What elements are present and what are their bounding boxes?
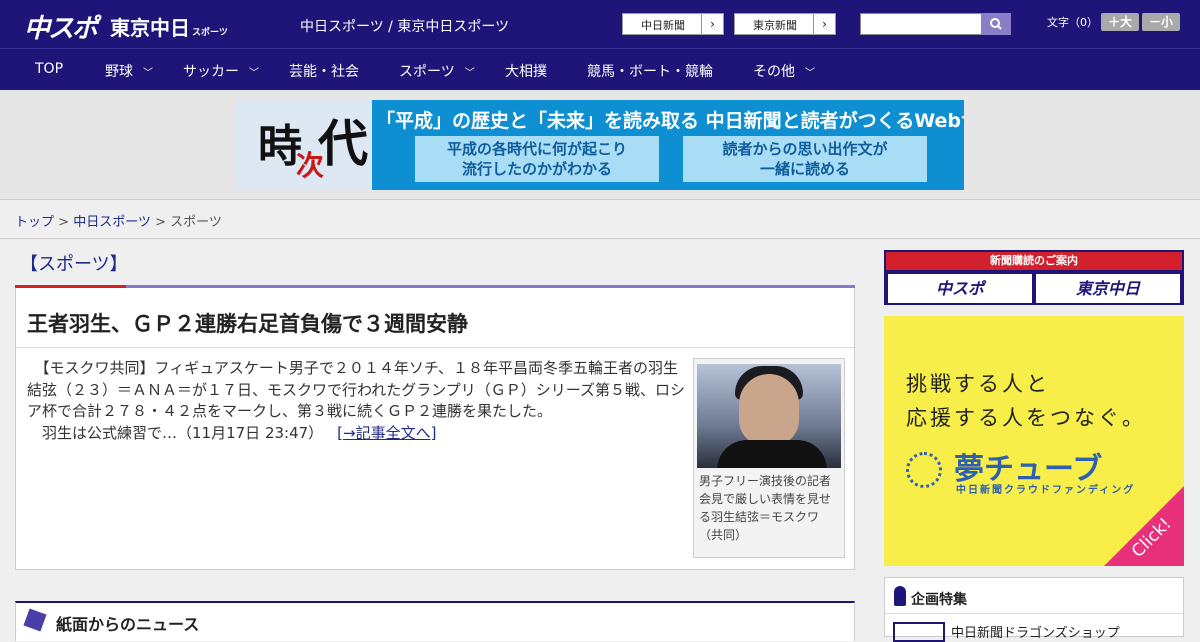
main-nav: TOP 野球 ﹀ サッカー ﹀ 芸能・社会 スポーツ ﹀ 大相撲 競馬・ボート・競輪 … [0, 48, 1200, 90]
read-more-link[interactable]: [→記事全文へ] [337, 424, 436, 442]
chevron-down-icon: ﹀ [805, 68, 815, 79]
chuspo-logo[interactable]: 中スポ [24, 8, 98, 45]
font-increase-button[interactable]: ＋大 [1101, 13, 1139, 31]
chevron-right-icon: › [701, 14, 723, 34]
nav-label: 野球 [105, 64, 133, 80]
tokyo-shimbun-link[interactable]: 東京新聞 › [734, 13, 836, 35]
nav-item-sumo[interactable]: 大相撲 [505, 61, 547, 81]
nav-item-sports[interactable]: スポーツ ﹀ [399, 61, 475, 81]
subscription-title: 新聞購読のご案内 [886, 252, 1182, 270]
subscription-banner[interactable]: 新聞購読のご案内 中スポ 東京中日 [884, 250, 1184, 305]
photo-jacket [717, 440, 827, 468]
special-features-box: 企画特集 中日新聞ドラゴンズショップ [884, 577, 1184, 642]
nav-label: 芸能・社会 [289, 64, 359, 80]
heisei-jidai-banner[interactable]: 時 次 代 「平成」の歴史と「未来」を読み取る 中日新聞と読者がつくるWebサイ… [236, 100, 964, 190]
nav-item-top[interactable]: TOP [35, 61, 63, 77]
banner-sub-1-line-2: 流行したのかがわかる [461, 160, 612, 178]
banner-sub-2-line-2: 一緒に読める [759, 160, 850, 178]
nav-label: スポーツ [399, 64, 455, 80]
banner-sub-1-line-1: 平成の各時代に何が起こり [446, 140, 627, 158]
ad-line-1: 挑戦する人と [906, 372, 1050, 396]
nav-label: その他 [753, 64, 795, 80]
search-icon [990, 18, 1002, 30]
nav-label: 競馬・ボート・競輪 [587, 64, 713, 80]
chuspo-subscribe-button[interactable]: 中スポ [888, 274, 1032, 303]
dots-circle-icon [906, 452, 942, 488]
breadcrumb-home-link[interactable]: トップ [15, 215, 54, 230]
article-body-lead: 【モスクワ共同】フィギュアスケート男子で２０１４年ソチ、１８年平昌両冬季五輪王者… [27, 359, 686, 420]
banner-headline: 「平成」の歴史と「未来」を読み取る 中日新聞と読者がつくるWebサイト [376, 110, 964, 132]
breadcrumb-divider [0, 238, 1200, 239]
link-label: 東京新聞 [753, 19, 797, 32]
special-features-divider [885, 613, 1183, 614]
chevron-down-icon: ﹀ [143, 68, 153, 79]
tokyo-subscribe-button[interactable]: 東京中日 [1036, 274, 1180, 303]
news-section-header: 紙面からのニュース [15, 601, 855, 641]
article-title[interactable]: 王者羽生、ＧＰ２連勝右足首負傷で３週間安静 [27, 308, 468, 338]
chevron-down-icon: ﹀ [464, 68, 475, 79]
tokyo-logo-small: スポーツ [192, 28, 228, 38]
special-features-title: 企画特集 [911, 592, 967, 608]
top-header: 中スポ 東京中日 スポーツ 中日スポーツ / 東京中日スポーツ 中日新聞 › 東京… [0, 0, 1200, 48]
photo-caption: 男子フリー演技後の記者会見で厳しい表情を見せる羽生結弦＝モスクワ（共同） [699, 474, 832, 542]
nav-label: サッカー [183, 64, 239, 80]
breadcrumb-separator: > [150, 215, 171, 230]
article-photo[interactable] [697, 364, 841, 468]
article-body: 【モスクワ共同】フィギュアスケート男子で２０１４年ソチ、１８年平昌両冬季五輪王者… [27, 358, 687, 444]
link-label: 中日新聞 [641, 19, 685, 32]
site-title: 中日スポーツ / 東京中日スポーツ [300, 19, 510, 35]
tokyo-logo-text: 東京中日 [110, 16, 190, 40]
search-input[interactable] [860, 13, 982, 35]
article-card: 王者羽生、ＧＰ２連勝右足首負傷で３週間安静 【モスクワ共同】フィギュアスケート男… [15, 288, 855, 570]
dragons-shop-link[interactable]: 中日新聞ドラゴンズショップ [951, 622, 1120, 641]
article-divider [16, 347, 854, 348]
banner-kanji-dai: 代 [318, 114, 368, 173]
font-decrease-button[interactable]: －小 [1142, 13, 1180, 31]
banner-area: 時 次 代 「平成」の歴史と「未来」を読み取る 中日新聞と読者がつくるWebサイ… [0, 90, 1200, 200]
font-size-label: 文字（0） [1047, 16, 1098, 29]
breadcrumb-current: スポーツ [170, 215, 222, 230]
newspaper-icon [23, 608, 47, 632]
article-body-excerpt: 羽生は公式練習で…（11月17日 23:47） [27, 423, 324, 442]
search-button[interactable] [982, 13, 1011, 35]
nav-item-entertainment[interactable]: 芸能・社会 [289, 61, 359, 81]
breadcrumb-separator: > [54, 215, 74, 230]
nav-item-soccer[interactable]: サッカー ﹀ [183, 61, 259, 81]
nav-item-baseball[interactable]: 野球 ﹀ [105, 61, 153, 81]
ribbon-icon [894, 586, 906, 606]
section-title: 【スポーツ】 [20, 254, 128, 275]
article-body-continued: 羽生は公式練習で…（11月17日 23:47） [→記事全文へ] [27, 423, 687, 445]
news-section-title: 紙面からのニュース [56, 615, 200, 634]
banner-sub-1: 平成の各時代に何が起こり 流行したのかがわかる [415, 136, 659, 182]
chunichi-shimbun-link[interactable]: 中日新聞 › [622, 13, 724, 35]
article-photo-box: 男子フリー演技後の記者会見で厳しい表情を見せる羽生結弦＝モスクワ（共同） [693, 358, 845, 558]
nav-item-other[interactable]: その他 ﹀ [753, 61, 815, 81]
banner-kanji-box: 時 次 代 [236, 100, 372, 190]
photo-face [739, 374, 799, 446]
chevron-right-icon: › [813, 14, 835, 34]
ad-line-2: 応援する人をつなぐ。 [906, 406, 1146, 430]
dragons-shop-thumbnail[interactable] [893, 622, 945, 642]
nav-label: 大相撲 [505, 64, 547, 80]
breadcrumb-parent-link[interactable]: 中日スポーツ [73, 215, 151, 230]
tokyo-chunichi-logo[interactable]: 東京中日 スポーツ [110, 12, 228, 41]
chevron-down-icon: ﹀ [249, 68, 259, 79]
nav-label: TOP [35, 61, 64, 77]
breadcrumb: トップ > 中日スポーツ > スポーツ [15, 211, 222, 230]
nav-item-racing[interactable]: 競馬・ボート・競輪 [587, 61, 713, 81]
banner-sub-2: 読者からの思い出作文が 一緒に読める [683, 136, 927, 182]
banner-sub-2-line-1: 読者からの思い出作文が [722, 140, 888, 158]
yume-tube-ad[interactable]: 挑戦する人と 応援する人をつなぐ。 夢チューブ 中日新聞クラウドファンディング … [884, 316, 1184, 566]
